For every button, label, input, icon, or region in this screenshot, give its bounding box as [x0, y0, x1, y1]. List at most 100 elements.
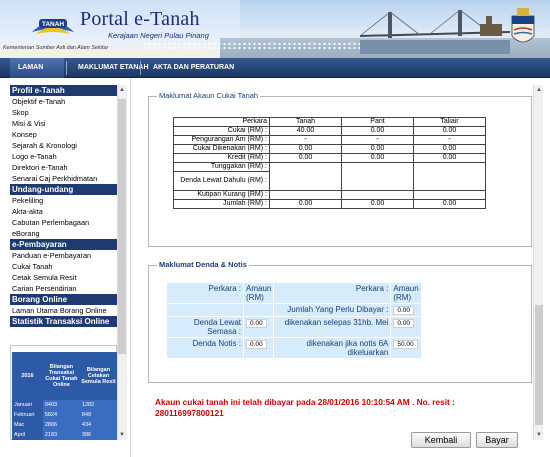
stats-month: April: [12, 430, 43, 440]
sidebar-heading-undang: Undang-undang: [10, 184, 117, 195]
stats-value: 1282: [79, 400, 117, 410]
denda-col-amaun: Amaun (RM): [242, 282, 275, 304]
sidebar-item-pekeliling[interactable]: Pekeliling: [10, 195, 117, 206]
denda-empty: [242, 303, 275, 317]
scroll-down-icon[interactable]: ▼: [118, 430, 126, 440]
cukai-cell: 0.00: [341, 153, 414, 163]
sidebar-section-pembayaran: e-Pembayaran Panduan e-Pembayaran Cukai …: [10, 239, 127, 294]
cukai-cell: 0.00: [413, 153, 486, 163]
cukai-row-label: Kutipan Kurang (RM) :: [173, 190, 270, 200]
site-header: TANAH Portal e-Tanah Kerajaan Negeri Pul…: [0, 0, 550, 58]
stats-value: 5824: [42, 410, 80, 420]
selepas-value: 0.00: [393, 319, 415, 328]
sidebar: Profil e-Tanah Objektif e-Tanah Skop Mis…: [10, 85, 127, 440]
cukai-row-total: Jumlah (RM) : 0.00 0.00 0.00: [173, 199, 486, 209]
denda-notis-value: 0.00: [246, 340, 267, 349]
cukai-table: Perkara Tanah Parit Taliair Cukai (RM) :…: [173, 117, 486, 209]
denda-table: Perkara : Amaun (RM) Perkara : Amaun (RM…: [166, 282, 422, 359]
sidebar-item-eborang[interactable]: eBorang: [10, 228, 117, 239]
pay-button[interactable]: Bayar: [476, 432, 518, 448]
etanah-logo-icon: TANAH: [32, 19, 74, 34]
denda-col-amaun-right: Amaun (RM): [390, 282, 422, 304]
sidebar-item-senarai-caj[interactable]: Senarai Caj Perkhidmatan: [10, 173, 117, 184]
back-button[interactable]: Kembali: [411, 432, 471, 448]
sidebar-item-logo[interactable]: Logo e-Tanah: [10, 151, 117, 162]
denda-lewat-label: Denda Lewat Semasa :: [166, 316, 244, 338]
sidebar-item-laman-borang[interactable]: Laman Utama Borang Online: [10, 305, 117, 316]
sidebar-item-skop[interactable]: Skop: [10, 107, 117, 118]
notis6a-box: 50.00: [390, 337, 422, 359]
penang-bridge-image: [360, 9, 510, 54]
main-scrollbar[interactable]: ▲ ▼: [533, 85, 543, 440]
nav-divider: [140, 61, 141, 75]
cukai-cell: [413, 190, 486, 200]
sidebar-scroll-thumb[interactable]: [118, 99, 126, 354]
denda-legend: Maklumat Denda & Notis: [157, 260, 249, 269]
main-content: Maklumat Akaun Cukai Tanah Perkara Tanah…: [143, 85, 540, 457]
main-scroll-thumb[interactable]: [535, 305, 543, 425]
sidebar-item-cabutan[interactable]: Cabutan Perlembagaan: [10, 217, 117, 228]
sidebar-item-cukai-tanah[interactable]: Cukai Tanah: [10, 261, 117, 272]
stats-month: Mac: [12, 420, 43, 430]
jumlah-value: 0.00: [393, 306, 415, 315]
selepas-label: dikenakan selepas 31hb. Mei: [273, 316, 392, 338]
denda-notis-label: Denda Notis :: [166, 337, 244, 359]
cukai-cell: 0.00: [341, 126, 414, 136]
sidebar-scrollbar[interactable]: ▲ ▼: [117, 85, 127, 440]
cukai-fieldset: Maklumat Akaun Cukai Tanah Perkara Tanah…: [148, 91, 532, 247]
sidebar-item-sejarah[interactable]: Sejarah & Kronologi: [10, 140, 117, 151]
denda-lewat-box: 0.00: [242, 316, 275, 338]
cukai-row-label: Kredit (RM) :: [173, 153, 270, 163]
cukai-cell: [413, 162, 486, 191]
cukai-row-label: Pengurangan Am (RM) :: [173, 135, 270, 145]
selepas-box: 0.00: [390, 316, 422, 338]
cukai-header-row: Perkara Tanah Parit Taliair: [173, 117, 486, 127]
sidebar-item-akta[interactable]: Akta-akta: [10, 206, 117, 217]
cukai-col-parit: Parit: [341, 117, 414, 127]
etanah-logo[interactable]: TANAH: [30, 8, 76, 42]
stats-col-cetakan: Bilangan Cetakan Semula Resit: [79, 352, 117, 400]
portal-title: Portal e-Tanah: [80, 8, 200, 30]
sidebar-item-cetak-resit[interactable]: Cetak Semula Resit: [10, 272, 117, 283]
cukai-row: Tunggakan (RM) :: [173, 162, 486, 191]
cukai-cell: 0.00: [269, 144, 342, 154]
sidebar-section-undang: Undang-undang Pekeliling Akta-akta Cabut…: [10, 184, 127, 239]
sidebar-heading-statistik: Statistik Transaksi Online: [10, 316, 117, 327]
penang-crest-icon: [511, 8, 535, 43]
denda-row: Denda Lewat Semasa : 0.00 dikenakan sele…: [166, 316, 422, 338]
cukai-cell: 0.00: [413, 126, 486, 136]
denda-fieldset: Maklumat Denda & Notis Perkara : Amaun (…: [148, 260, 532, 383]
nav-home-link[interactable]: LAMAN UTAMA: [10, 58, 64, 91]
stats-month: Januari: [12, 400, 43, 410]
nav-law-link[interactable]: AKTA DAN PERATURAN: [145, 58, 242, 78]
scroll-down-icon[interactable]: ▼: [534, 430, 544, 440]
cukai-cell: -: [413, 135, 486, 145]
sidebar-heading-borang: Borang Online: [10, 294, 117, 305]
jumlah-value-box: 0.00: [390, 303, 422, 317]
cukai-cell: 40.00: [269, 126, 342, 136]
stats-value: 386: [79, 430, 117, 440]
sidebar-item-objektif[interactable]: Objektif e-Tanah: [10, 96, 117, 107]
sidebar-item-direktori[interactable]: Direktori e-Tanah: [10, 162, 117, 173]
sidebar-item-carian[interactable]: Carian Persendirian: [10, 283, 117, 294]
cukai-legend: Maklumat Akaun Cukai Tanah: [157, 91, 261, 100]
nav-info-link[interactable]: MAKLUMAT ETANAH: [70, 58, 157, 78]
main-nav: LAMAN UTAMA MAKLUMAT ETANAH AKTA DAN PER…: [0, 58, 550, 91]
sidebar-item-misi-visi[interactable]: Misi & Visi: [10, 118, 117, 129]
stats-table: 2016 Bilangan Transaksi Cukai Tanah Onli…: [12, 352, 117, 440]
scroll-up-icon[interactable]: ▲: [118, 85, 126, 95]
cukai-col-taliair: Taliair: [413, 117, 486, 127]
cukai-cell: 0.00: [269, 153, 342, 163]
cukai-cell: -: [269, 135, 342, 145]
stats-value: 849: [79, 410, 117, 420]
cukai-row: Kredit (RM) : 0.00 0.00 0.00: [173, 153, 486, 163]
cukai-row-label: Cukai (RM) :: [173, 126, 270, 136]
denda-col-perkara-right: Perkara :: [273, 282, 392, 304]
stats-widget: 2016 Bilangan Transaksi Cukai Tanah Onli…: [10, 345, 117, 440]
cukai-cell: [269, 190, 342, 200]
sidebar-item-panduan[interactable]: Panduan e-Pembayaran: [10, 250, 117, 261]
sidebar-item-konsep[interactable]: Konsep: [10, 129, 117, 140]
denda-header-row: Perkara : Amaun (RM) Perkara : Amaun (RM…: [166, 282, 422, 304]
cukai-cell: 0.00: [341, 199, 414, 209]
scroll-up-icon[interactable]: ▲: [534, 85, 544, 95]
